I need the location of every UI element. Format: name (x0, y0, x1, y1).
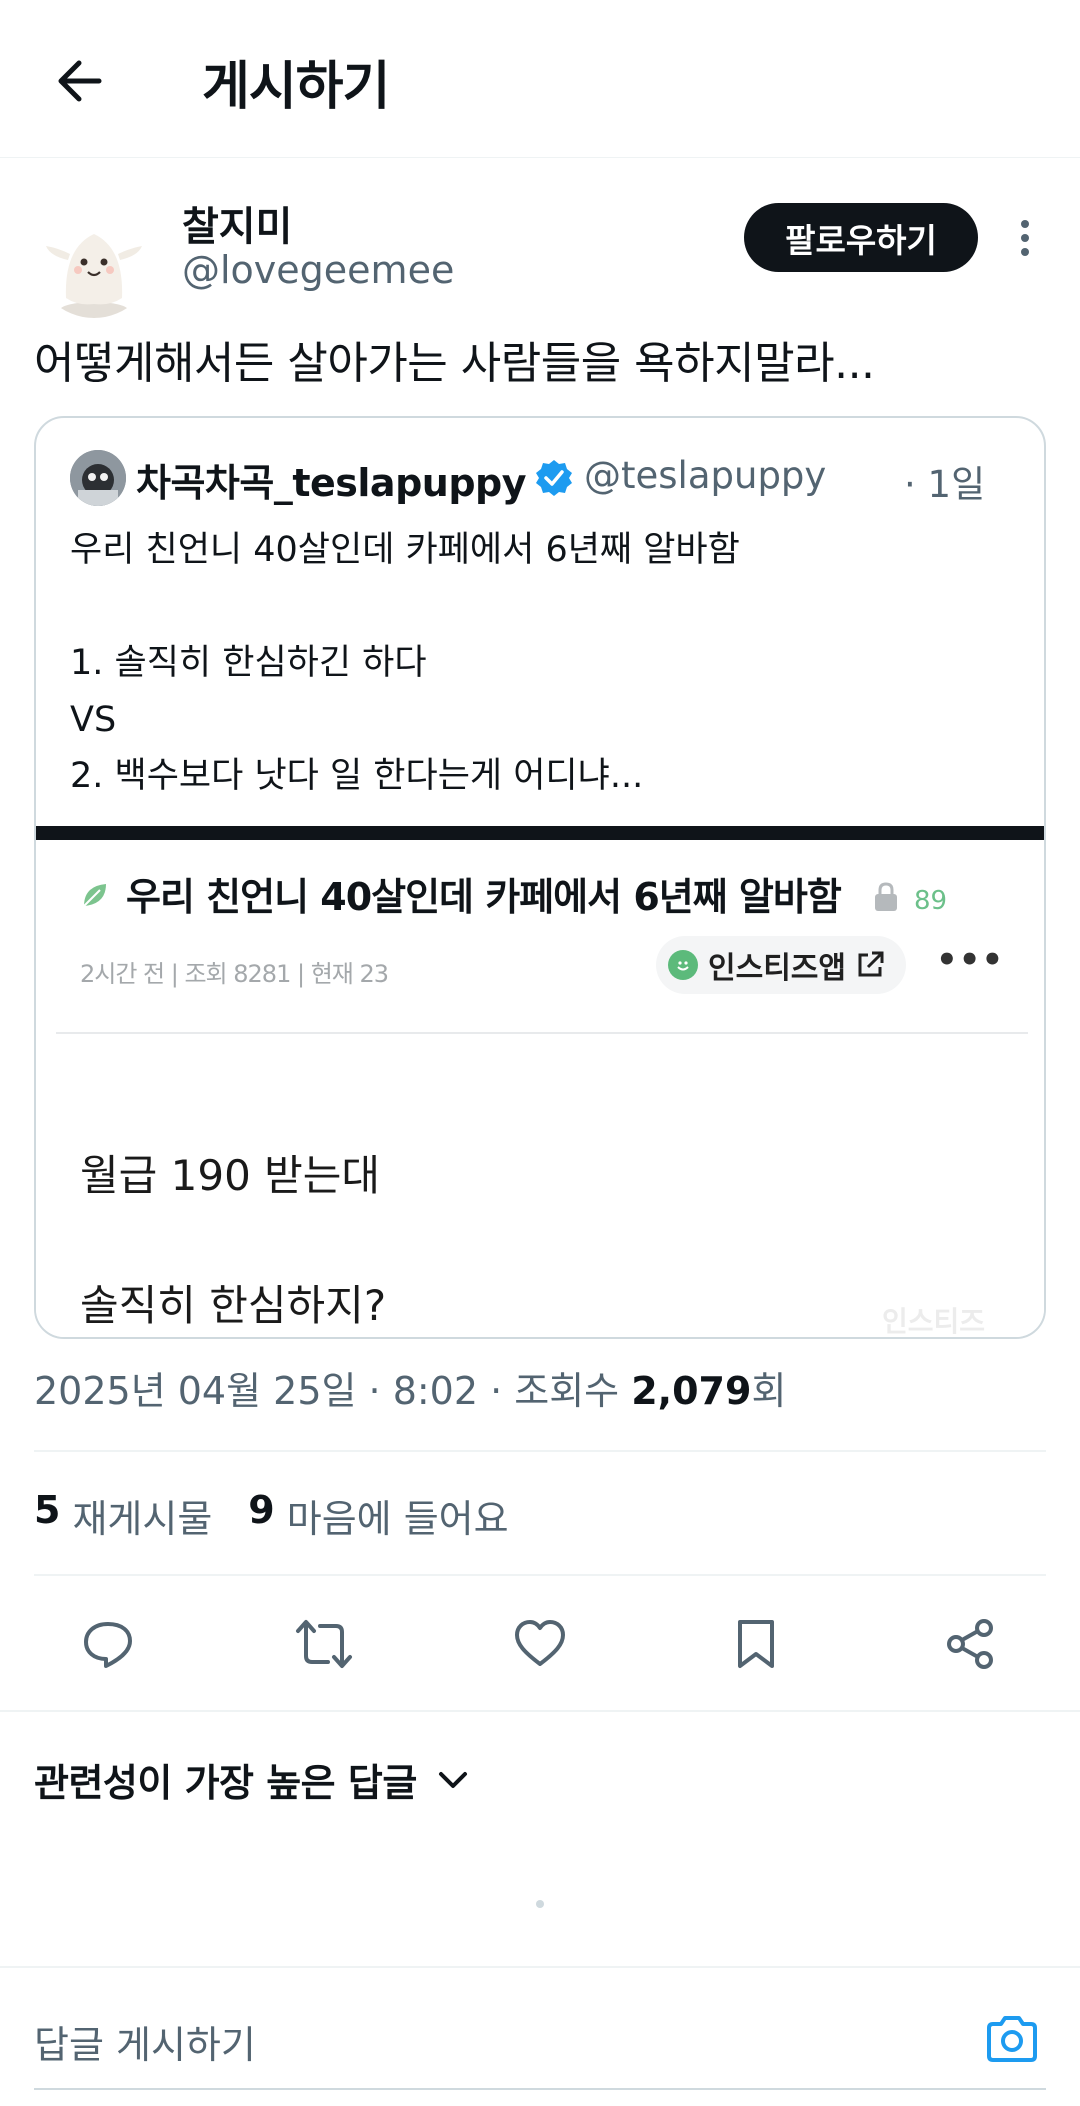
author-display-name[interactable]: 찰지미 (182, 194, 292, 252)
quoted-time: · 1일 (904, 463, 986, 506)
post-timestamp: 2025년 04월 25일 · 8:02 · 조회수 2,079회 (34, 1360, 786, 1415)
quoted-text: 우리 친언니 40살인데 카페에서 6년째 알바함 1. 솔직히 한심하긴 하다… (70, 522, 740, 805)
quoted-post[interactable]: 차곡차곡_teslapuppy @teslapuppy · 1일 우리 친언니 … (34, 416, 1046, 1339)
divider (34, 1574, 1046, 1576)
quoted-line (70, 579, 740, 636)
image-divider (56, 1032, 1028, 1034)
share-button[interactable] (930, 1604, 1010, 1684)
reposts-stat[interactable]: 5 재게시물 (34, 1488, 212, 1543)
lock-icon (875, 882, 897, 911)
quoted-media-image[interactable]: 우리 친언니 40살인데 카페에서 6년째 알바함 89 2시간 전 | 조회 … (36, 826, 1044, 1338)
repost-icon (296, 1620, 352, 1668)
action-bar (0, 1604, 1080, 1684)
quoted-display-name: 차곡차곡_teslapuppy (136, 461, 527, 505)
quoted-line: VS (70, 699, 117, 740)
smile-icon (668, 950, 698, 980)
reply-underline (34, 2088, 1046, 2090)
loading-indicator (536, 1900, 544, 1908)
quoted-line: 1. 솔직히 한심하긴 하다 (70, 643, 427, 683)
reply-input[interactable]: 답글 게시하기 (34, 2014, 256, 2069)
image-meta: 2시간 전 | 조회 8281 | 현재 23 (80, 960, 389, 988)
more-options-button[interactable] (1005, 210, 1045, 266)
follow-button[interactable]: 팔로우하기 (744, 203, 978, 272)
external-link-icon (858, 951, 884, 977)
view-suffix: 회 (751, 1369, 787, 1413)
chevron-down-icon (437, 1769, 469, 1791)
reply-button[interactable] (68, 1604, 148, 1684)
image-app-label: 인스티즈앱 (708, 951, 846, 986)
divider (0, 1710, 1080, 1712)
quoted-line: 우리 친언니 40살인데 카페에서 6년째 알바함 (70, 530, 740, 570)
image-comment-count: 89 (914, 886, 948, 916)
camera-button[interactable] (980, 2010, 1044, 2070)
likes-label: 마음에 들어요 (286, 1497, 509, 1541)
dog-avatar-icon (70, 450, 126, 506)
leaf-icon (83, 884, 106, 907)
arrow-left-icon (58, 60, 102, 102)
like-icon (515, 1620, 565, 1666)
image-text-line: 솔직히 한심하지? (80, 1281, 387, 1330)
likes-stat[interactable]: 9 마음에 들어요 (248, 1488, 508, 1543)
divider (34, 1450, 1046, 1452)
post-text: 어떻게해서든 살아가는 사람들을 욕하지말라... (34, 338, 875, 389)
author-handle[interactable]: @lovegeemee (182, 248, 454, 292)
like-button[interactable] (500, 1604, 580, 1684)
reply-sort-label: 관련성이 가장 높은 답글 (34, 1761, 417, 1805)
image-dots: ••• (936, 940, 1005, 980)
reply-composer: 답글 게시하기 (0, 1966, 1080, 2106)
share-icon (947, 1619, 993, 1669)
reply-sort-dropdown[interactable]: 관련성이 가장 높은 답글 (34, 1752, 469, 1807)
ghost-avatar-icon (34, 198, 154, 318)
image-text-line: 월급 190 받는대 (80, 1151, 381, 1200)
verified-badge-icon (536, 460, 572, 496)
image-title: 우리 친언니 40살인데 카페에서 6년째 알바함 (126, 875, 842, 919)
bookmark-icon (738, 1620, 774, 1668)
image-watermark: 인스티즈 (882, 1305, 986, 1338)
quoted-line: 2. 백수보다 낫다 일 한다는게 어디냐... (70, 756, 644, 796)
repost-button[interactable] (284, 1604, 364, 1684)
reposts-label: 재게시물 (72, 1497, 213, 1541)
reply-icon (84, 1622, 132, 1668)
quoted-handle: @teslapuppy (584, 454, 827, 497)
top-bar: 게시하기 (0, 0, 1080, 158)
image-app-badge: 인스티즈앱 (656, 936, 906, 994)
engagement-stats: 5 재게시물 9 마음에 들어요 (34, 1488, 545, 1543)
page-title: 게시하기 (202, 57, 390, 117)
likes-count: 9 (248, 1488, 275, 1532)
avatar[interactable] (34, 198, 154, 318)
quoted-avatar (70, 450, 126, 506)
camera-icon (987, 2016, 1037, 2062)
more-vertical-icon (1021, 220, 1029, 256)
timestamp-text: 2025년 04월 25일 · 8:02 · 조회수 (34, 1369, 632, 1413)
back-button[interactable] (48, 50, 110, 112)
view-count[interactable]: 2,079 (631, 1369, 751, 1413)
reposts-count: 5 (34, 1488, 61, 1532)
bookmark-button[interactable] (716, 1604, 796, 1684)
